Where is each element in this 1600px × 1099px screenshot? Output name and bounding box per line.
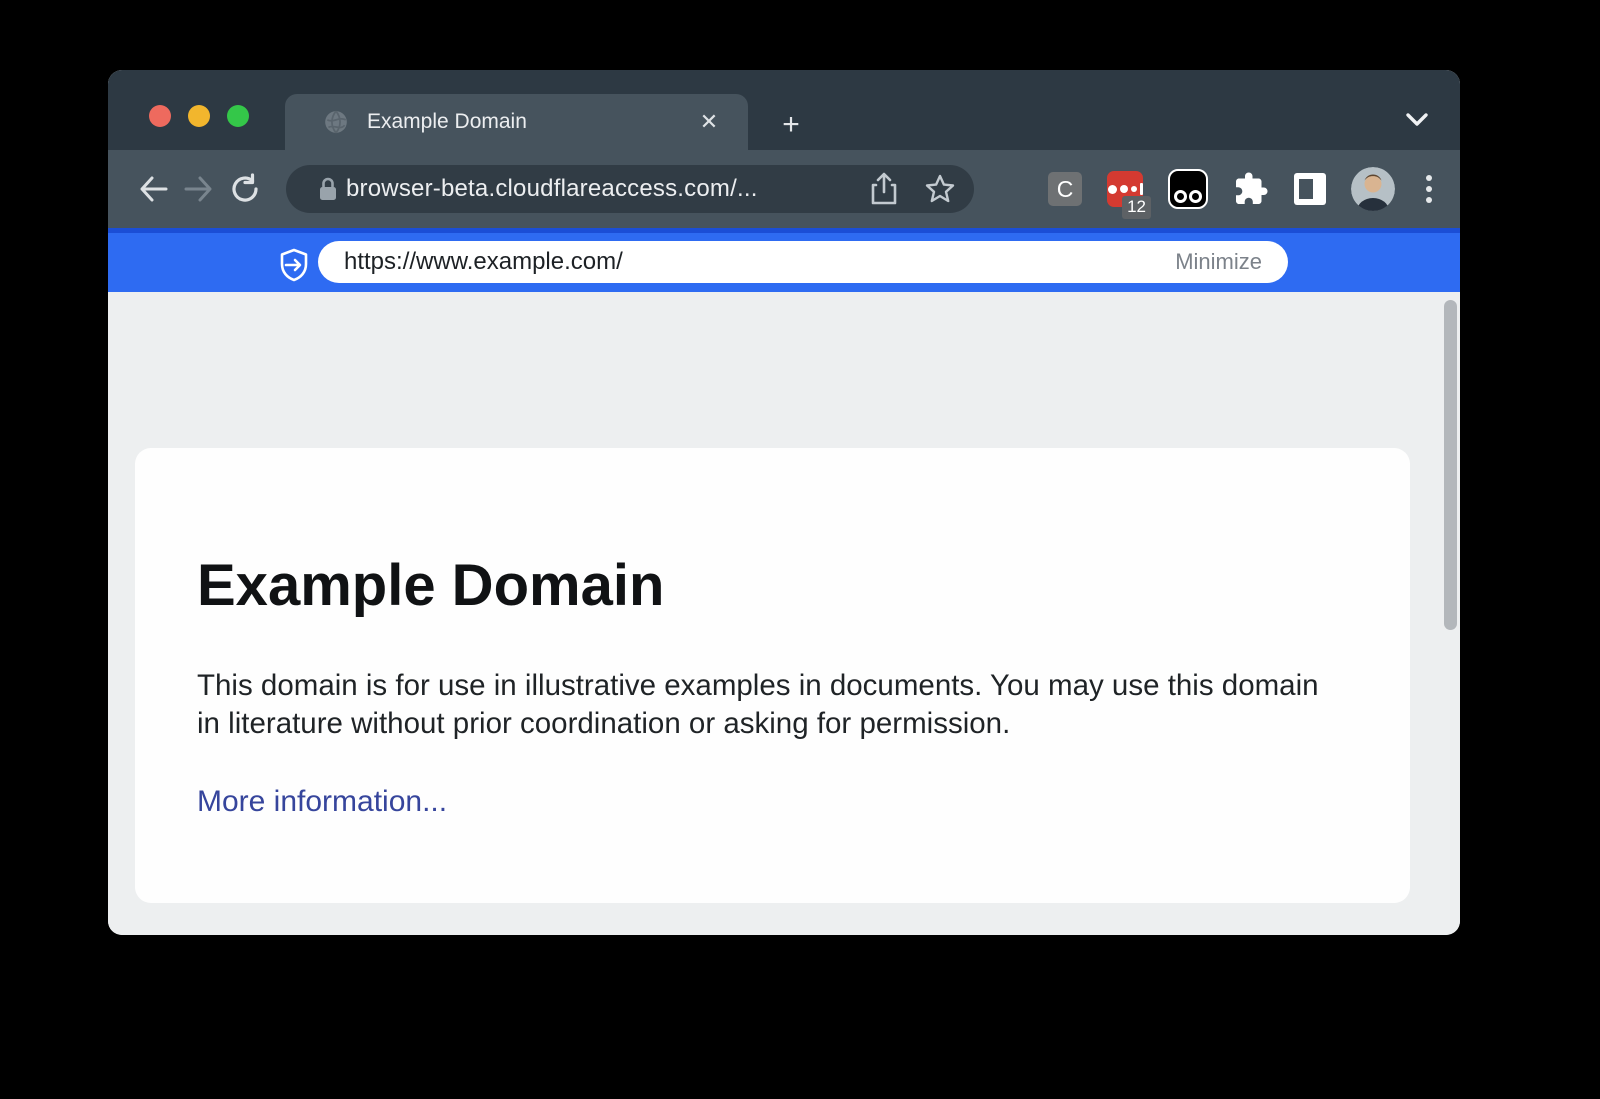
profile-avatar[interactable] [1351,167,1395,211]
browser-toolbar: browser-beta.cloudflareaccess.com/... C … [108,150,1460,228]
bookmark-star-icon[interactable] [924,173,956,205]
share-icon[interactable] [870,172,898,206]
scrollbar-thumb[interactable] [1444,300,1457,630]
forward-arrow-icon [182,174,216,204]
lock-icon[interactable] [318,176,338,202]
dot [1120,185,1128,193]
globe-icon [323,109,349,135]
reload-icon [229,173,261,205]
remote-url-field[interactable]: https://www.example.com/ Minimize [318,241,1288,283]
window-controls [149,105,249,127]
extension-red-dots-icon[interactable]: 12 [1107,171,1143,207]
shield-arrow-icon [279,248,309,282]
back-button[interactable] [130,166,176,212]
close-window-button[interactable] [149,105,171,127]
back-arrow-icon [136,174,170,204]
minimize-banner-button[interactable]: Minimize [1175,249,1262,275]
circle [1174,190,1187,203]
address-url-text: browser-beta.cloudflareaccess.com/... [346,175,860,203]
page-viewport: Example Domain This domain is for use in… [108,292,1460,935]
dot [1108,185,1117,194]
extensions-puzzle-icon[interactable] [1233,171,1269,207]
remote-url-text: https://www.example.com/ [344,248,1175,276]
tab-strip: Example Domain ✕ + [108,70,1460,150]
tab-title: Example Domain [367,110,692,134]
extension-black-circles-icon[interactable] [1168,169,1208,209]
address-bar[interactable]: browser-beta.cloudflareaccess.com/... [286,165,974,213]
extension-c-icon[interactable]: C [1048,172,1082,206]
close-tab-icon[interactable]: ✕ [692,105,726,139]
address-bar-actions [870,172,956,206]
browser-tab[interactable]: Example Domain ✕ [285,94,748,150]
more-information-link[interactable]: More information... [197,785,447,819]
maximize-window-button[interactable] [227,105,249,127]
browser-window: Example Domain ✕ + [108,70,1460,935]
side-panel-icon[interactable] [1294,173,1326,205]
page-title: Example Domain [197,552,1348,619]
browser-menu-icon[interactable] [1420,171,1438,207]
bar [1140,183,1143,195]
chevron-down-icon[interactable] [1402,110,1432,130]
forward-button[interactable] [176,166,222,212]
minimize-window-button[interactable] [188,105,210,127]
circle [1189,190,1202,203]
dot [1131,186,1137,192]
content-card: Example Domain This domain is for use in… [135,448,1410,903]
new-tab-button[interactable]: + [774,108,808,142]
page-paragraph: This domain is for use in illustrative e… [197,667,1347,743]
extensions-area: C 12 [1000,167,1438,211]
notification-badge: 12 [1122,196,1151,219]
reload-button[interactable] [222,166,268,212]
remote-browser-banner: https://www.example.com/ Minimize [108,228,1460,292]
